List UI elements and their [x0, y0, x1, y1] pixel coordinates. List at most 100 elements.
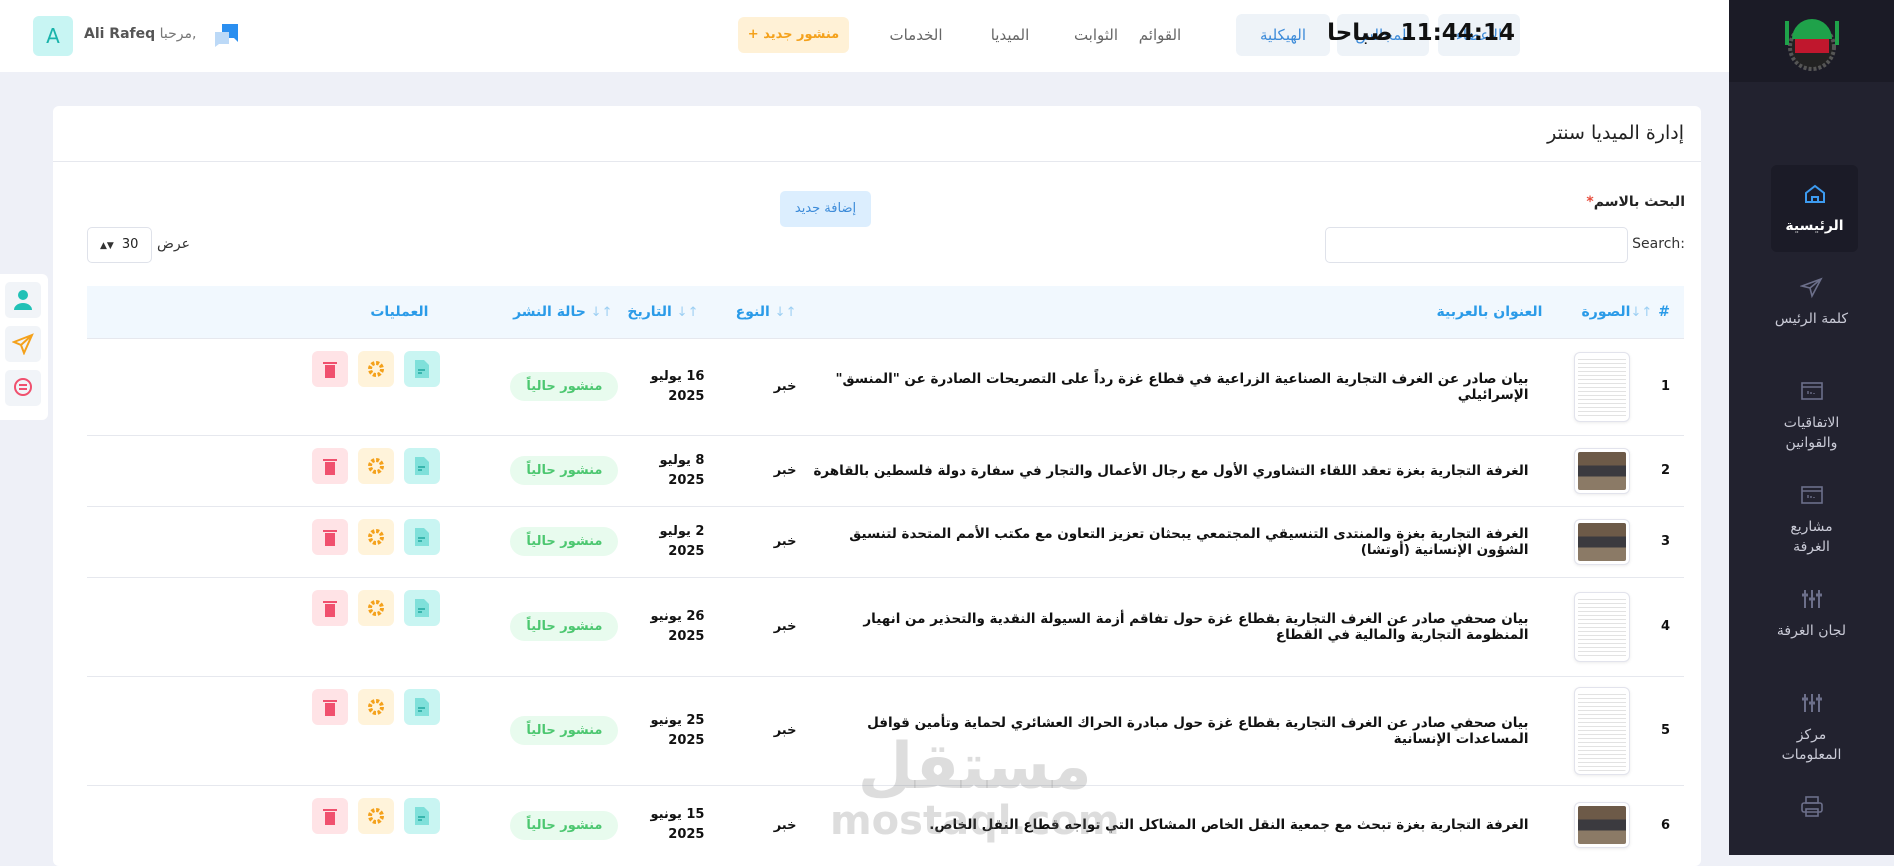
nav-item[interactable]: الهيكلية	[1236, 14, 1330, 56]
row-status: منشور حالياً	[488, 337, 619, 435]
header-text: العنوان بالعربية	[1436, 303, 1543, 320]
user-greeting: Ali Rafeq مرحبا,	[84, 26, 196, 42]
row-image[interactable]	[1542, 784, 1631, 865]
view-button[interactable]	[404, 447, 441, 484]
col-image[interactable]: الصورة	[1542, 286, 1631, 338]
nav-item[interactable]: الخدمات	[880, 14, 952, 56]
status-badge: منشور حالياً	[510, 372, 619, 401]
sidebar-item[interactable]: الرئيسية	[1771, 165, 1858, 252]
thumbnail[interactable]	[1574, 447, 1631, 494]
table-row: 1 بيان صادر عن الغرف التجارية الصناعية ال…	[87, 337, 1684, 435]
row-image[interactable]	[1542, 434, 1631, 506]
delete-button[interactable]	[312, 350, 349, 387]
row-title: بيان صادر عن الغرف التجارية الصناعية الز…	[802, 337, 1543, 435]
sidebar-item[interactable]: مركز المعلومات	[1729, 691, 1894, 765]
logo	[1729, 0, 1894, 82]
status-badge: منشور حالياً	[510, 527, 619, 556]
page-length-select[interactable]: ▲▼ 30	[87, 227, 152, 263]
nav-item[interactable]: الميديا	[975, 14, 1045, 56]
gear-icon	[368, 457, 385, 474]
col-title[interactable]: العنوان بالعربية	[802, 286, 1543, 338]
nav-item[interactable]: القوائم	[1125, 14, 1195, 56]
settings-button[interactable]	[358, 518, 395, 555]
chat-icon[interactable]	[213, 22, 241, 48]
row-actions	[87, 505, 489, 577]
delete-button[interactable]	[312, 447, 349, 484]
messages-button[interactable]	[5, 370, 41, 406]
send-button[interactable]	[5, 326, 41, 362]
row-type: خبر	[704, 784, 803, 865]
chamber-logo-icon	[1784, 19, 1839, 71]
row-num: 6	[1630, 784, 1684, 865]
thumbnail[interactable]	[1574, 686, 1631, 775]
add-new-button[interactable]: إضافة جديد	[780, 191, 871, 227]
row-image[interactable]	[1542, 675, 1631, 785]
sidebar-item[interactable]: لجان الغرفة	[1729, 587, 1894, 641]
col-num[interactable]: # ↑↓	[1630, 286, 1684, 338]
view-button[interactable]	[404, 797, 441, 834]
col-actions: العمليات	[87, 286, 488, 338]
header-text: العمليات	[370, 303, 429, 320]
avatar[interactable]: A	[33, 16, 73, 56]
view-button[interactable]	[404, 518, 441, 555]
row-num: 4	[1630, 576, 1684, 676]
sidebar-item[interactable]: الاتفاقيات والقوانين	[1729, 379, 1894, 453]
delete-button[interactable]	[312, 518, 349, 555]
trash-icon	[323, 808, 338, 825]
settings-button[interactable]	[358, 589, 395, 626]
sidebar-item-label: الاتفاقيات والقوانين	[1783, 415, 1840, 451]
row-date: 2 يوليو 2025	[618, 505, 705, 577]
search-label: Search:	[1632, 236, 1685, 252]
row-date: 8 يوليو 2025	[618, 434, 705, 506]
row-num: 3	[1630, 505, 1684, 577]
delete-button[interactable]	[312, 688, 349, 725]
page-length-value: 30	[121, 237, 139, 252]
view-button[interactable]	[404, 350, 441, 387]
thumbnail[interactable]	[1574, 518, 1631, 565]
row-image[interactable]	[1542, 337, 1631, 435]
delete-button[interactable]	[312, 589, 349, 626]
view-button[interactable]	[404, 688, 441, 725]
home-icon	[1804, 184, 1825, 203]
row-date: 26 يونيو 2025	[618, 576, 705, 676]
status-badge: منشور حالياً	[510, 612, 619, 641]
divider	[53, 161, 1701, 162]
nav-item[interactable]: الثوابت	[1060, 14, 1132, 56]
settings-button[interactable]	[358, 447, 395, 484]
date-day: 15 يونيو	[650, 807, 705, 823]
search-name-label: البحث بالاسم*	[1586, 194, 1685, 210]
search-input[interactable]	[1325, 227, 1628, 263]
sidebar-item-label: مشاريع الغرفة	[1790, 519, 1833, 555]
settings-button[interactable]	[358, 350, 395, 387]
header-text: #	[1658, 303, 1670, 320]
row-image[interactable]	[1542, 576, 1631, 676]
sidebar-item-label: كلمة الرئيس	[1774, 311, 1849, 327]
document-icon	[415, 806, 430, 825]
sidebar-item[interactable]	[1729, 795, 1894, 849]
row-actions	[87, 675, 489, 785]
table-row: 6 الغرفة التجارية بغزة تبحث مع جمعية النق…	[87, 784, 1684, 865]
row-status: منشور حالياً	[488, 434, 619, 506]
thumbnail[interactable]	[1574, 802, 1631, 849]
printer-icon	[1800, 796, 1823, 817]
col-type[interactable]: ↑↓ النوع	[704, 286, 802, 338]
date-day: 26 يونيو	[650, 608, 705, 624]
new-post-button[interactable]: منشور جديد +	[738, 17, 849, 53]
thumbnail[interactable]	[1574, 351, 1631, 422]
date-day: 16 يوليو	[650, 368, 705, 384]
col-status[interactable]: ↑↓ حالة النشر	[488, 286, 618, 338]
sidebar-item[interactable]: كلمة الرئيس	[1729, 275, 1894, 329]
table-header-row: # ↑↓ الصورة العنوان بالعربية ↑↓ النوع ↑↓ …	[87, 286, 1684, 338]
row-actions	[87, 434, 489, 506]
show-label: عرض	[157, 236, 191, 252]
settings-button[interactable]	[358, 688, 395, 725]
settings-button[interactable]	[358, 797, 395, 834]
profile-button[interactable]	[5, 282, 41, 318]
view-button[interactable]	[404, 589, 441, 626]
sidebar-item[interactable]: مشاريع الغرفة	[1729, 483, 1894, 557]
thumbnail[interactable]	[1574, 591, 1631, 662]
col-date[interactable]: ↑↓ التاريخ	[618, 286, 704, 338]
delete-button[interactable]	[312, 797, 349, 834]
row-image[interactable]	[1542, 505, 1631, 577]
status-badge: منشور حالياً	[510, 456, 619, 485]
